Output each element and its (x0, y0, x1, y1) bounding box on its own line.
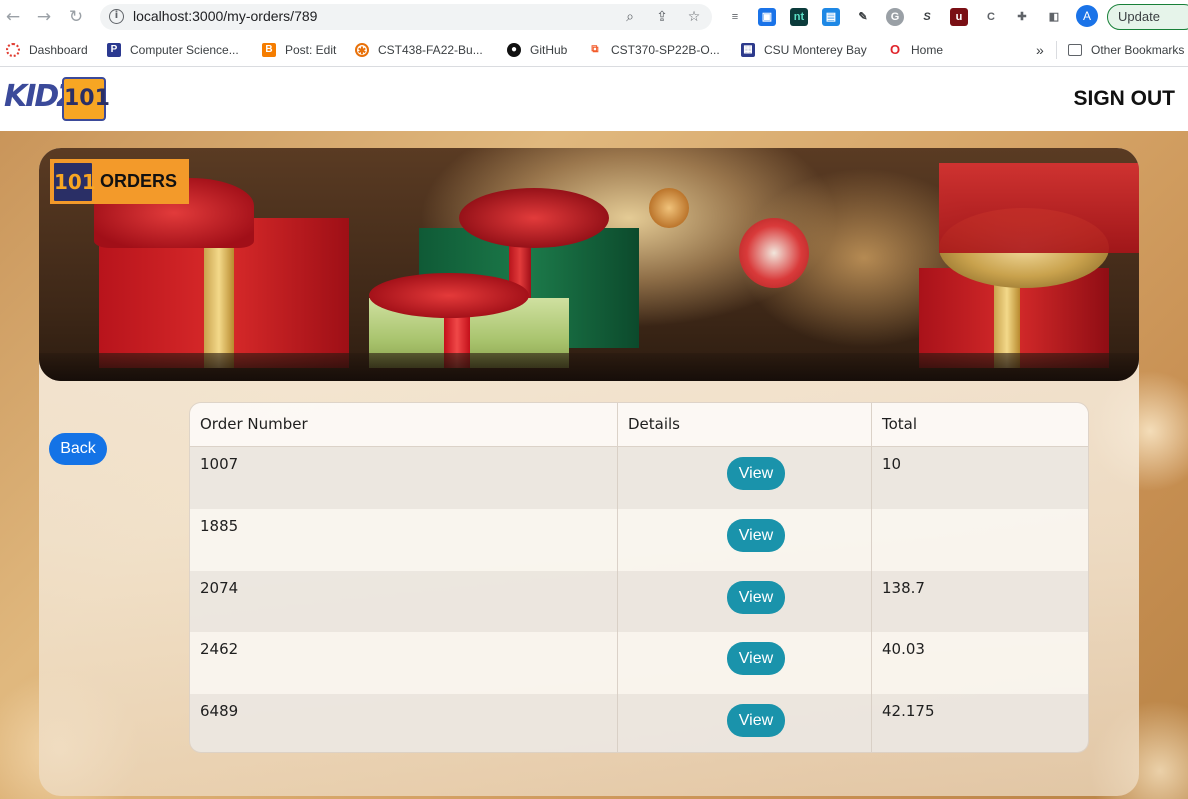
bookmark-label: CST438-FA22-Bu... (378, 43, 483, 57)
info-icon[interactable]: i (109, 9, 124, 24)
extension-icon[interactable]: C (982, 8, 1000, 26)
christmas-gifts-banner (39, 148, 1139, 381)
other-bookmarks[interactable]: Other Bookmarks (1068, 41, 1184, 59)
details-cell: View (618, 447, 872, 509)
bookmark-item[interactable]: ✱ CST438-FA22-Bu... (355, 41, 483, 59)
order-number-cell: 6489 (190, 694, 618, 752)
order-number-cell: 2462 (190, 632, 618, 694)
order-number-cell: 1007 (190, 447, 618, 509)
bookmark-item[interactable]: Dashboard (6, 41, 88, 59)
csumb-icon: ▦ (741, 43, 755, 57)
url-text[interactable]: localhost:3000/my-orders/789 (133, 8, 317, 24)
bookmark-label: Home (911, 43, 944, 57)
blogger-icon: B (262, 43, 276, 57)
view-order-button[interactable]: View (727, 519, 785, 552)
p-icon: P (107, 43, 121, 57)
total-cell: 42.175 (882, 702, 935, 720)
order-number-cell: 2074 (190, 571, 618, 632)
bookmarks-overflow[interactable]: » (1036, 41, 1044, 59)
bookmark-label: CST370-SP22B-O... (611, 43, 720, 57)
bookmark-item[interactable]: ● GitHub (507, 41, 567, 59)
table-row: 2462 View 40.03 (190, 632, 1088, 694)
folder-icon (1068, 44, 1082, 56)
share-icon[interactable]: ⇪ (653, 8, 671, 26)
order-number-cell: 1885 (190, 509, 618, 571)
bookmark-label: GitHub (530, 43, 568, 57)
column-header-order-number: Order Number (190, 403, 618, 446)
column-header-details: Details (618, 403, 872, 446)
table-row: 2074 View 138.7 (190, 571, 1088, 632)
github-icon: ● (507, 43, 521, 57)
bookmark-star-icon[interactable]: ☆ (685, 8, 703, 26)
bookmark-label: Computer Science... (130, 43, 239, 57)
bookmark-item[interactable]: ⧉ CST370-SP22B-O... (588, 41, 720, 59)
bookmark-label: Dashboard (29, 43, 88, 57)
table-row: 1885 View (190, 509, 1088, 571)
bookmark-item[interactable]: B Post: Edit (262, 41, 336, 59)
reload-icon[interactable]: ↻ (66, 7, 86, 27)
reading-list-icon[interactable]: ≡ (726, 8, 744, 26)
page-title: ORDERS (100, 171, 178, 191)
sign-out-button[interactable]: SIGN OUT (1073, 87, 1175, 111)
side-panel-icon[interactable]: ◧ (1045, 8, 1063, 26)
table-row: 1007 View 10 (190, 447, 1088, 509)
bookmark-label: Post: Edit (285, 43, 337, 57)
total-cell: 10 (882, 455, 902, 473)
view-order-button[interactable]: View (727, 581, 785, 614)
browser-toolbar: ← → ↻ i localhost:3000/my-orders/789 ⌕ ⇪… (0, 0, 1188, 34)
divider (1056, 41, 1057, 59)
puzzle-icon: ⧉ (591, 44, 599, 55)
view-order-button[interactable]: View (727, 457, 785, 490)
bookmark-item[interactable]: ▦ CSU Monterey Bay (741, 41, 867, 59)
forward-arrow-icon[interactable]: → (34, 7, 54, 27)
bookmark-label: CSU Monterey Bay (764, 43, 867, 57)
details-cell: View (618, 694, 872, 752)
bookmark-item[interactable]: O Home (888, 41, 943, 59)
details-cell: View (618, 632, 872, 694)
ublock-icon[interactable]: u (950, 8, 968, 26)
pen-icon[interactable]: ✎ (854, 8, 872, 26)
details-cell: View (618, 509, 872, 571)
extension-icon[interactable]: ▤ (822, 8, 840, 26)
o-icon: O (889, 42, 901, 57)
table-row: 6489 View 42.175 (190, 694, 1088, 752)
view-order-button[interactable]: View (727, 704, 785, 737)
back-arrow-icon[interactable]: ← (3, 7, 23, 27)
details-cell: View (618, 571, 872, 632)
canvas-icon (6, 43, 20, 57)
orders-title-badge: 101 ORDERS (50, 159, 189, 204)
back-button[interactable]: Back (49, 433, 107, 465)
grammar-icon[interactable]: G (886, 8, 904, 26)
total-cell: 40.03 (882, 640, 925, 658)
total-cell: 138.7 (882, 579, 925, 597)
logo-number: 101 (62, 77, 110, 121)
total-cell (872, 509, 1088, 571)
kidz101-logo-icon: 101 (52, 160, 96, 203)
address-bar[interactable]: i localhost:3000/my-orders/789 ⌕ ⇪ ☆ (100, 4, 712, 30)
app-header: KIDZ 101 SIGN OUT (0, 68, 1188, 131)
bookmarks-bar: Dashboard P Computer Science... B Post: … (0, 34, 1188, 67)
column-header-total: Total (882, 415, 918, 433)
view-order-button[interactable]: View (727, 642, 785, 675)
bookmark-item[interactable]: P Computer Science... (107, 41, 239, 59)
s-extension-icon[interactable]: S (918, 8, 936, 26)
extension-icon[interactable]: nt (790, 8, 808, 26)
profile-avatar[interactable]: A (1076, 5, 1098, 27)
bookmark-label: Other Bookmarks (1091, 43, 1185, 57)
orders-table: Order Number Details Total 1007 View 10 … (189, 402, 1089, 753)
gear-icon: ✱ (355, 43, 369, 57)
extension-icon[interactable]: ▣ (758, 8, 776, 26)
puzzle-icon[interactable]: ✚ (1013, 8, 1031, 26)
table-header-row: Order Number Details Total (190, 403, 1088, 447)
kidz101-logo[interactable]: KIDZ 101 (4, 77, 110, 121)
zoom-icon[interactable]: ⌕ (621, 8, 639, 26)
update-button[interactable]: Update (1107, 4, 1188, 30)
